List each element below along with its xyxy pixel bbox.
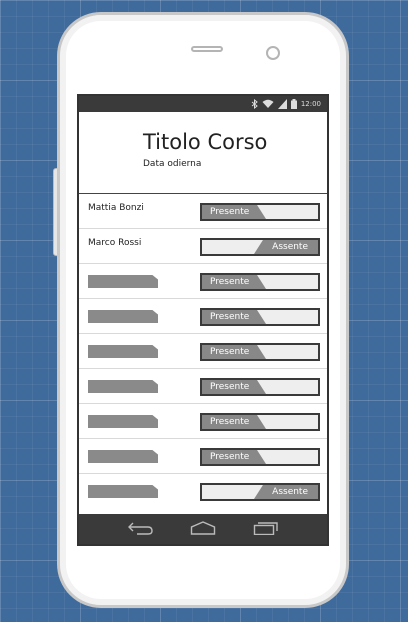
navigation-bar — [79, 514, 327, 544]
student-name-placeholder — [88, 310, 158, 323]
attendance-toggle[interactable]: Presente — [200, 413, 320, 431]
attendance-toggle[interactable]: Presente — [200, 273, 320, 291]
phone-camera — [266, 46, 280, 60]
phone-screen: 12:00 Titolo Corso Data odierna Mattia B… — [77, 94, 329, 546]
student-name: Marco Rossi — [88, 238, 142, 248]
student-row: Presente — [79, 264, 327, 299]
attendance-toggle[interactable]: Presente — [200, 343, 320, 361]
attendance-status-label: Presente — [202, 345, 266, 359]
student-row: Presente — [79, 404, 327, 439]
student-name-placeholder — [88, 415, 158, 428]
bluetooth-icon — [251, 99, 258, 109]
attendance-status-label: Presente — [202, 415, 266, 429]
recent-apps-icon[interactable] — [253, 520, 279, 539]
signal-icon — [277, 99, 287, 109]
attendance-toggle[interactable]: Presente — [200, 203, 320, 221]
phone-speaker — [191, 46, 223, 52]
attendance-toggle[interactable]: Assente — [200, 238, 320, 256]
student-row: Presente — [79, 369, 327, 404]
student-name-placeholder — [88, 345, 158, 358]
home-icon[interactable] — [190, 520, 216, 539]
student-row: Assente — [79, 474, 327, 509]
attendance-toggle[interactable]: Presente — [200, 448, 320, 466]
attendance-status-label: Presente — [202, 450, 266, 464]
attendance-toggle[interactable]: Presente — [200, 378, 320, 396]
battery-icon — [290, 99, 297, 109]
student-row: Presente — [79, 334, 327, 369]
attendance-toggle[interactable]: Presente — [200, 308, 320, 326]
attendance-status-label: Presente — [202, 205, 266, 219]
student-name-placeholder — [88, 485, 158, 498]
student-name-placeholder — [88, 380, 158, 393]
status-bar: 12:00 — [79, 96, 327, 112]
student-name-placeholder — [88, 275, 158, 288]
student-name-placeholder — [88, 450, 158, 463]
attendance-status-label: Assente — [254, 240, 318, 254]
student-list: Mattia Bonzi Presente Marco Rossi Assente Pr… — [79, 194, 327, 509]
attendance-status-label: Presente — [202, 275, 266, 289]
course-date: Data odierna — [143, 159, 202, 169]
wifi-icon — [262, 99, 274, 108]
status-time: 12:00 — [300, 100, 321, 108]
course-header: Titolo Corso Data odierna — [79, 112, 327, 194]
student-row: Mattia Bonzi Presente — [79, 194, 327, 229]
student-row: Presente — [79, 299, 327, 334]
attendance-status-label: Assente — [254, 485, 318, 499]
student-row: Presente — [79, 439, 327, 474]
attendance-status-label: Presente — [202, 310, 266, 324]
back-icon[interactable] — [127, 520, 154, 539]
student-row: Marco Rossi Assente — [79, 229, 327, 264]
student-name: Mattia Bonzi — [88, 203, 144, 213]
attendance-toggle[interactable]: Assente — [200, 483, 320, 501]
attendance-status-label: Presente — [202, 380, 266, 394]
course-title: Titolo Corso — [143, 130, 268, 154]
